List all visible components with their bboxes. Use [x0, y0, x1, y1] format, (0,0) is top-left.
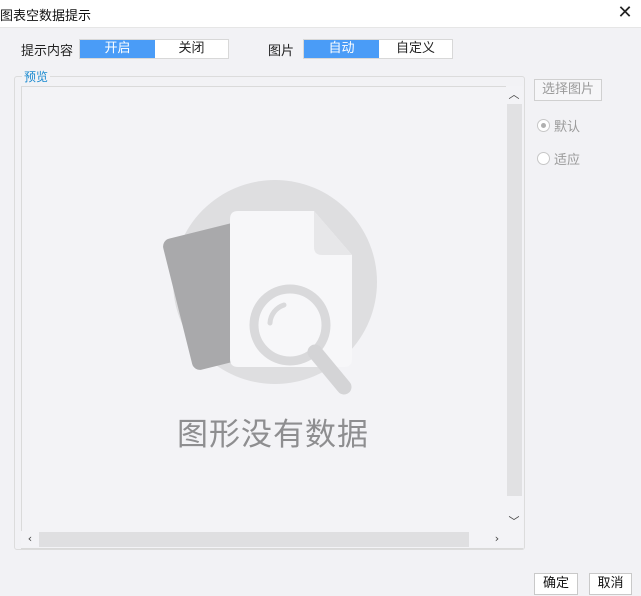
image-auto-option[interactable]: 自动 [304, 40, 379, 58]
image-mode-toggle: 自动 自定义 [303, 39, 453, 59]
close-icon[interactable]: ✕ [615, 3, 635, 23]
vertical-scroll-thumb[interactable] [507, 496, 522, 514]
horizontal-scroll-track[interactable] [39, 532, 469, 547]
scroll-left-icon[interactable]: ‹ [22, 531, 38, 547]
preview-area: 图形没有数据 [21, 86, 523, 549]
image-row-label: 图片 [268, 44, 295, 59]
content-row-label: 提示内容 [21, 44, 74, 59]
preview-legend: 预览 [22, 68, 51, 85]
radio-fit[interactable]: 适应 [537, 149, 580, 168]
vertical-scroll-track[interactable] [507, 104, 522, 512]
window-title: 图表空数据提示 [0, 9, 92, 24]
image-custom-option[interactable]: 自定义 [379, 40, 452, 58]
ok-button[interactable]: 确定 [534, 573, 578, 595]
content-toggle: 开启 关闭 [79, 39, 229, 59]
select-image-button[interactable]: 选择图片 [534, 79, 602, 101]
title-bar: 图表空数据提示 ✕ [0, 0, 641, 28]
radio-default[interactable]: 默认 [537, 116, 580, 135]
cancel-button[interactable]: 取消 [589, 573, 632, 595]
radio-default-indicator[interactable] [537, 119, 550, 132]
radio-default-label: 默认 [554, 120, 581, 135]
no-data-text: 图形没有数据 [177, 417, 369, 453]
scroll-up-icon[interactable]: ︿ [506, 87, 522, 103]
scroll-down-icon[interactable]: ﹀ [506, 514, 522, 530]
empty-data-magnifier-icon [163, 180, 377, 395]
radio-fit-indicator[interactable] [537, 152, 550, 165]
scroll-right-icon[interactable]: › [489, 531, 505, 547]
content-on-option[interactable]: 开启 [80, 40, 155, 58]
vertical-scrollbar[interactable]: ︿ ﹀ [506, 86, 523, 532]
scroll-corner [506, 531, 523, 548]
content-off-option[interactable]: 关闭 [155, 40, 228, 58]
horizontal-scrollbar[interactable]: ‹ › [21, 531, 506, 548]
radio-fit-label: 适应 [554, 153, 581, 168]
